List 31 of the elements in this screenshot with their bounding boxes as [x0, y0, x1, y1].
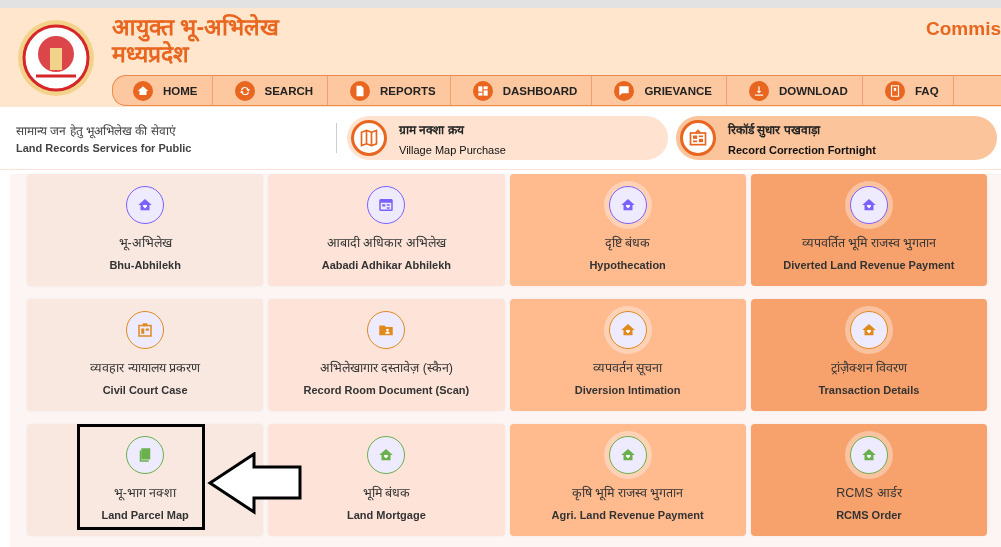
- featured-service[interactable]: रिकॉर्ड सुधार पखवाड़ा Record Correction Fortnight: [676, 116, 997, 160]
- building-icon: [136, 321, 155, 339]
- state-name: मध्यप्रदेश: [112, 41, 190, 68]
- map-icon: [359, 128, 379, 148]
- service-card[interactable]: दृष्टि बंधक Hypothecation: [509, 174, 746, 286]
- calendar-icon: [377, 196, 396, 214]
- nav-item[interactable]: REPORTS: [328, 76, 451, 105]
- service-card[interactable]: अभिलेखागार दस्तावेज़ (स्कैन) Record Room Document (Scan): [268, 299, 505, 411]
- nav-item[interactable]: GRIEVANCE: [592, 76, 727, 105]
- chat-icon: [617, 83, 632, 98]
- intro-english: Land Records Services for Public: [16, 142, 193, 154]
- service-card[interactable]: व्यपवर्तित भूमि राजस्व भुगतान Diverted Land Revenue Payment: [750, 174, 987, 286]
- intro-hindi: सामान्य जन हेतु भूअभिलेख की सेवाएं: [16, 123, 177, 139]
- notice-board-icon: [688, 128, 708, 148]
- commissioner-title: Commis: [926, 18, 1001, 41]
- grid-icon: [475, 83, 490, 98]
- nav-item[interactable]: DASHBOARD: [450, 76, 593, 105]
- nav-item[interactable]: HOME: [113, 76, 213, 105]
- service-card[interactable]: भूमि बंधक Land Mortgage: [268, 424, 505, 536]
- service-card[interactable]: कृषि भूमि राजस्व भुगतान Agri. Land Revenue Payment: [509, 424, 746, 536]
- nav-item[interactable]: DOWNLOAD: [726, 76, 863, 105]
- service-card[interactable]: ट्रांज़ैक्शन विवरण Transaction Details: [750, 299, 987, 411]
- service-card[interactable]: भू-अभिलेख Bhu-Abhilekh: [27, 174, 264, 286]
- nav-item[interactable]: SEARCH: [212, 76, 329, 105]
- service-card[interactable]: व्यपवर्तन सूचना Diversion Intimation: [509, 299, 746, 411]
- service-card[interactable]: आबादी अधिकार अभिलेख Aabadi Adhikar Abhilekh: [268, 174, 505, 286]
- service-card[interactable]: व्यवहार न्यायालय प्रकरण Civil Court Case: [27, 299, 264, 411]
- featured-service[interactable]: ग्राम नक्शा क्रय Village Map Purchase: [347, 116, 668, 160]
- site-title: आयुक्त भू-अभिलेख: [112, 14, 280, 41]
- nav-item[interactable]: FAQ: [862, 76, 954, 105]
- service-card[interactable]: RCMS आर्डर RCMS Order: [750, 424, 987, 536]
